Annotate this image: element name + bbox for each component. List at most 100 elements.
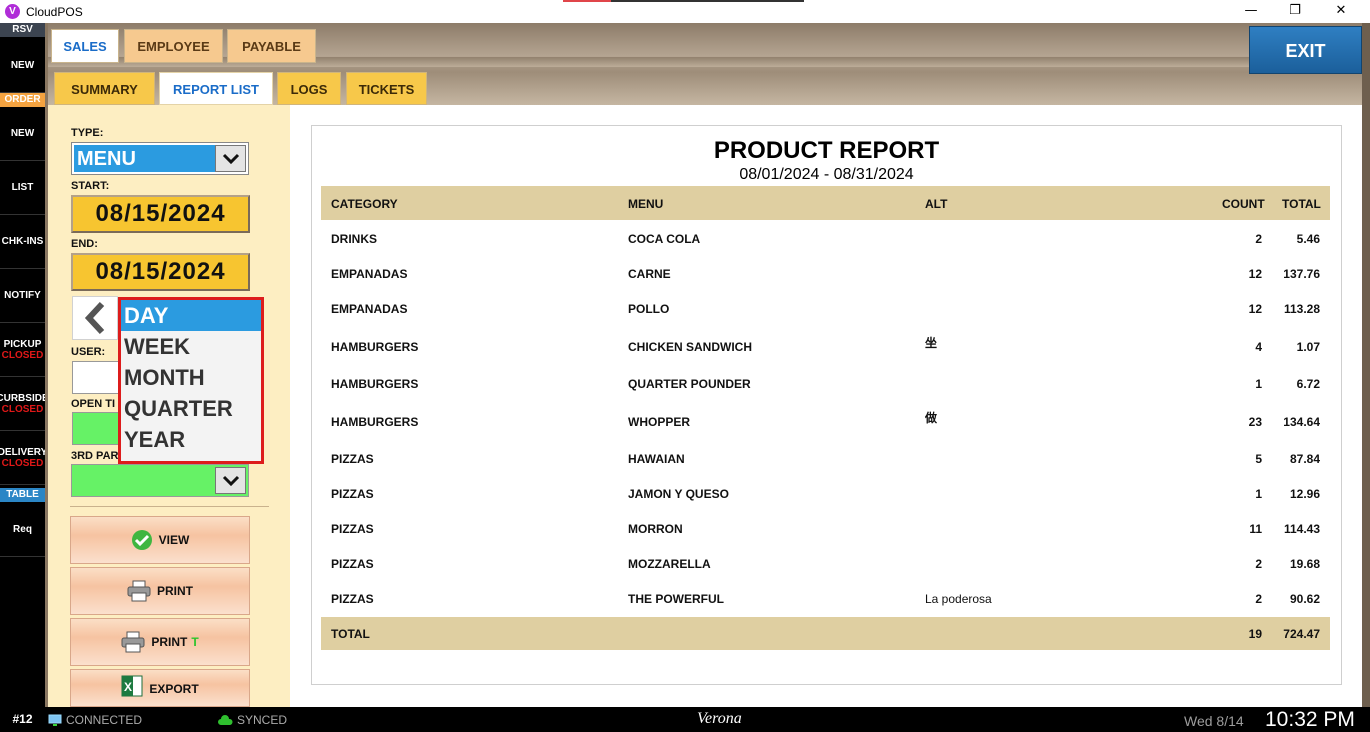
col-total: TOTAL (1282, 197, 1321, 211)
chkins-button[interactable]: CHK-INS (0, 215, 45, 269)
rsv-new-button[interactable]: NEW (0, 39, 45, 93)
title-accent (563, 0, 611, 2)
tab-report-list[interactable]: REPORT LIST (159, 72, 273, 105)
export-button[interactable]: X EXPORT (70, 669, 250, 707)
period-option-month[interactable]: MONTH (121, 362, 261, 393)
notify-button[interactable]: NOTIFY (0, 269, 45, 323)
row-count: 12 (1248, 267, 1262, 281)
excel-icon: X (121, 675, 143, 697)
rsv-section-label: RSV (0, 23, 45, 37)
row-count: 2 (1255, 592, 1262, 606)
app-title: CloudPOS (26, 4, 83, 19)
curbside-button[interactable]: CURBSIDE CLOSED (0, 377, 45, 431)
delivery-button[interactable]: DELIVERY CLOSED (0, 431, 45, 485)
period-option-quarter[interactable]: QUARTER (121, 393, 261, 424)
third-party-select[interactable] (71, 464, 249, 497)
table-row[interactable] (321, 477, 1330, 510)
table-row[interactable] (321, 442, 1330, 475)
footer-total-label: TOTAL (331, 627, 370, 641)
close-button[interactable]: ✕ (1318, 0, 1364, 23)
chevron-down-icon[interactable] (215, 145, 246, 172)
tab-payable[interactable]: PAYABLE (227, 29, 316, 63)
tab-sales[interactable]: SALES (51, 29, 119, 63)
order-section-label: ORDER (0, 93, 45, 107)
pickup-status: CLOSED (1, 349, 44, 361)
export-label: EXPORT (149, 682, 199, 696)
row-total: 5.46 (1296, 232, 1320, 246)
period-option-week[interactable]: WEEK (121, 331, 261, 362)
maximize-button[interactable]: ❐ (1272, 0, 1318, 23)
chevron-left-icon[interactable] (72, 296, 118, 340)
table-row[interactable] (321, 222, 1330, 255)
row-total: 12.96 (1289, 487, 1320, 501)
row-total: 1.07 (1296, 340, 1320, 354)
print-button[interactable]: PRINT (70, 567, 250, 615)
table-row[interactable] (321, 257, 1330, 290)
row-total: 134.64 (1283, 415, 1320, 429)
row-category: PIZZAS (331, 592, 374, 606)
user-select[interactable] (72, 361, 122, 394)
row-total: 6.72 (1296, 377, 1320, 391)
table-row[interactable] (321, 367, 1330, 400)
footer-count: 19 (1248, 627, 1262, 641)
store-name: Verona (697, 710, 742, 727)
list-label: LIST (11, 182, 34, 193)
col-category: CATEGORY (331, 197, 398, 211)
tab-tickets[interactable]: TICKETS (346, 72, 427, 105)
row-menu: MOZZARELLA (628, 557, 711, 571)
print-t-suffix: T (191, 635, 199, 649)
row-menu: THE POWERFUL (628, 592, 724, 606)
curbside-status: CLOSED (1, 403, 44, 415)
table-row[interactable] (321, 547, 1330, 580)
req-button[interactable]: Req (0, 503, 45, 557)
row-total: 90.62 (1289, 592, 1320, 606)
table-row[interactable] (321, 512, 1330, 545)
order-new-button[interactable]: NEW (0, 107, 45, 161)
tab-employee[interactable]: EMPLOYEE (124, 29, 223, 63)
tab-summary[interactable]: SUMMARY (54, 72, 155, 105)
row-category: PIZZAS (331, 522, 374, 536)
table-row[interactable] (321, 292, 1330, 325)
pickup-label: PICKUP (3, 338, 42, 350)
svg-text:X: X (124, 680, 132, 694)
user-label: USER: (71, 346, 106, 358)
order-new-label: NEW (10, 128, 35, 139)
status-date: Wed 8/14 (1184, 713, 1244, 729)
type-select[interactable]: MENU (71, 142, 249, 175)
panel-divider (70, 506, 269, 507)
row-count: 23 (1248, 415, 1262, 429)
period-option-year[interactable]: YEAR (121, 424, 261, 455)
table-row[interactable] (321, 405, 1330, 438)
footer-total: 724.47 (1283, 627, 1320, 641)
printer-icon (121, 631, 145, 653)
period-option-day[interactable]: DAY (121, 300, 261, 331)
row-menu: HAWAIAN (628, 452, 685, 466)
row-total: 113.28 (1283, 302, 1320, 316)
row-count: 1 (1255, 377, 1262, 391)
start-date-button[interactable]: 08/15/2024 (71, 195, 250, 233)
print-t-button[interactable]: PRINT T (70, 618, 250, 666)
row-category: PIZZAS (331, 487, 374, 501)
chevron-down-icon[interactable] (215, 467, 246, 494)
tab-logs[interactable]: LOGS (277, 72, 341, 105)
table-row[interactable] (321, 330, 1330, 363)
period-dropdown[interactable]: DAY WEEK MONTH QUARTER YEAR (118, 297, 264, 464)
delivery-status: CLOSED (1, 457, 44, 469)
print-label: PRINT (157, 584, 193, 598)
minimize-button[interactable]: — (1228, 0, 1274, 23)
sync-status: SYNCED (217, 713, 287, 727)
start-label: START: (71, 180, 110, 192)
table-header: CATEGORY MENU ALT COUNT TOTAL (321, 186, 1330, 220)
pickup-button[interactable]: PICKUP CLOSED (0, 323, 45, 377)
table-row[interactable] (321, 582, 1330, 615)
list-button[interactable]: LIST (0, 161, 45, 215)
row-total: 137.76 (1283, 267, 1320, 281)
row-menu: QUARTER POUNDER (628, 377, 751, 391)
exit-button[interactable]: EXIT (1249, 26, 1362, 74)
row-menu: MORRON (628, 522, 683, 536)
open-tickets-select[interactable] (72, 412, 122, 445)
end-date-button[interactable]: 08/15/2024 (71, 253, 250, 291)
title-accent-dark (611, 0, 804, 2)
view-button[interactable]: VIEW (70, 516, 250, 564)
row-category: HAMBURGERS (331, 415, 419, 429)
